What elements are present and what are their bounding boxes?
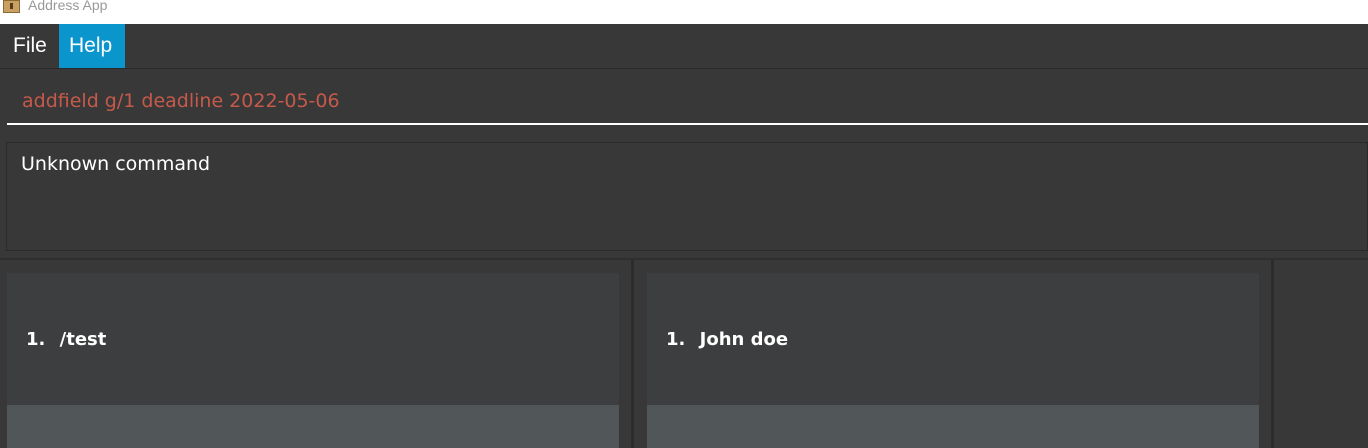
list-item[interactable] [7, 405, 619, 448]
list-item[interactable]: 1. John doe [647, 273, 1259, 405]
list-item-label: 1. John doe [666, 329, 788, 350]
result-text: Unknown command [21, 153, 211, 175]
list-item-name: John doe [699, 329, 789, 350]
result-display: Unknown command [6, 142, 1368, 251]
window-titlebar: Address App [0, 0, 1368, 24]
app-icon [3, 0, 20, 13]
panel-divider [631, 260, 634, 448]
window-title: Address App [28, 0, 108, 13]
list-item[interactable] [647, 405, 1259, 448]
left-list-panel: 1. /test [7, 273, 619, 448]
list-item-label: 1. /test [26, 329, 106, 350]
list-item-name: /test [59, 329, 107, 350]
list-item-index: 1. [26, 329, 46, 350]
command-input[interactable] [7, 79, 1368, 125]
panel-divider [1271, 260, 1274, 448]
right-list-panel: 1. John doe [647, 273, 1259, 448]
command-box [0, 69, 1368, 136]
list-item[interactable]: 1. /test [7, 273, 619, 405]
menu-help[interactable]: Help [59, 24, 125, 68]
list-item-index: 1. [666, 329, 686, 350]
menu-bar: File Help [0, 24, 1368, 69]
menu-file[interactable]: File [3, 24, 59, 68]
